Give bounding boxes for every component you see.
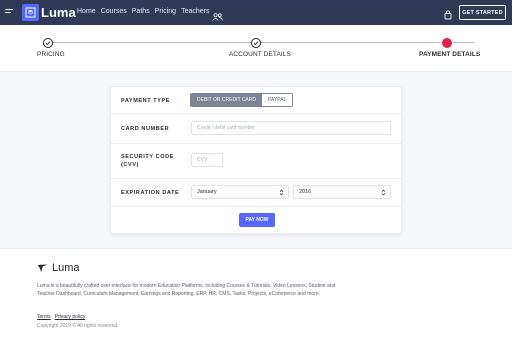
top-navbar: Luma Home Courses Paths Pricing Teachers…	[0, 0, 512, 25]
luma-bird-icon	[37, 264, 48, 272]
debit-credit-option[interactable]: DEBIT OR CREDIT CARD	[191, 94, 262, 106]
cvv-label-line1: SECURITY CODE	[121, 154, 174, 160]
select-arrows-icon	[279, 188, 284, 196]
nav-link-teachers[interactable]: Teachers	[181, 8, 209, 15]
nav-link-home[interactable]: Home	[77, 8, 96, 15]
payment-type-label: PAYMENT TYPE	[121, 98, 171, 104]
expiration-year-select[interactable]: 2016	[293, 185, 391, 199]
people-icon[interactable]	[212, 8, 223, 26]
logo-icon[interactable]	[22, 4, 39, 21]
pay-now-button[interactable]: PAY NOW	[239, 213, 275, 227]
cvv-row: SECURITY CODE (CVV) CVV	[111, 144, 401, 179]
step-account-check-icon[interactable]	[251, 38, 261, 48]
card-number-row: CARD NUMBER Credit / debit card number	[111, 114, 401, 144]
stepper-line	[48, 42, 474, 43]
menu-icon[interactable]	[5, 9, 13, 15]
step-label-payment-details: PAYMENT DETAILS	[419, 51, 481, 58]
footer-logo[interactable]: Luma	[37, 262, 80, 274]
nav-link-courses[interactable]: Courses	[101, 8, 127, 15]
nav-link-pricing[interactable]: Pricing	[155, 8, 176, 15]
footer-link-privacy[interactable]: Privacy policy	[55, 314, 86, 320]
footer: Luma Luma is a beautifully crafted user …	[0, 248, 512, 342]
expiration-year-value: 2016	[299, 189, 312, 195]
paypal-option[interactable]: PAYPAL	[262, 94, 293, 106]
footer-links: Terms Privacy policy	[37, 314, 85, 320]
payment-type-toggle: DEBIT OR CREDIT CARD PAYPAL	[190, 93, 294, 107]
checkout-stepper: PRICING ACCOUNT DETAILS PAYMENT DETAILS	[0, 25, 512, 72]
nav-link-paths[interactable]: Paths	[132, 8, 150, 15]
expiration-label: EXPIRATION DATE	[121, 190, 180, 196]
payment-type-row: PAYMENT TYPE DEBIT OR CREDIT CARD PAYPAL	[111, 87, 401, 114]
card-number-input[interactable]: Credit / debit card number	[191, 121, 391, 135]
step-pricing-check-icon[interactable]	[43, 38, 53, 48]
expiration-month-select[interactable]: January	[191, 185, 289, 199]
footer-description: Luma is a beautifully crafted user inter…	[37, 283, 336, 297]
nav-links: Home Courses Paths Pricing Teachers	[77, 8, 209, 15]
cvv-input[interactable]: CVV	[191, 153, 223, 167]
footer-brand-name: Luma	[52, 262, 80, 274]
cvv-label-line2: (CVV)	[121, 162, 139, 168]
step-label-account-details: ACCOUNT DETAILS	[229, 51, 291, 58]
step-payment-current-dot[interactable]	[442, 38, 452, 48]
select-arrows-icon	[381, 188, 386, 196]
get-started-button[interactable]: GET STARTED	[459, 5, 506, 20]
step-label-pricing: PRICING	[37, 51, 65, 58]
card-number-label: CARD NUMBER	[121, 126, 170, 132]
expiration-row: EXPIRATION DATE January 2016	[111, 179, 401, 207]
footer-copyright: Copyright 2019 © All rights reserved.	[37, 323, 119, 329]
brand-name[interactable]: Luma	[41, 5, 76, 20]
lock-icon[interactable]	[444, 7, 452, 25]
payment-form-card: PAYMENT TYPE DEBIT OR CREDIT CARD PAYPAL…	[110, 86, 402, 234]
expiration-month-value: January	[197, 189, 217, 195]
footer-link-terms[interactable]: Terms	[37, 314, 51, 320]
